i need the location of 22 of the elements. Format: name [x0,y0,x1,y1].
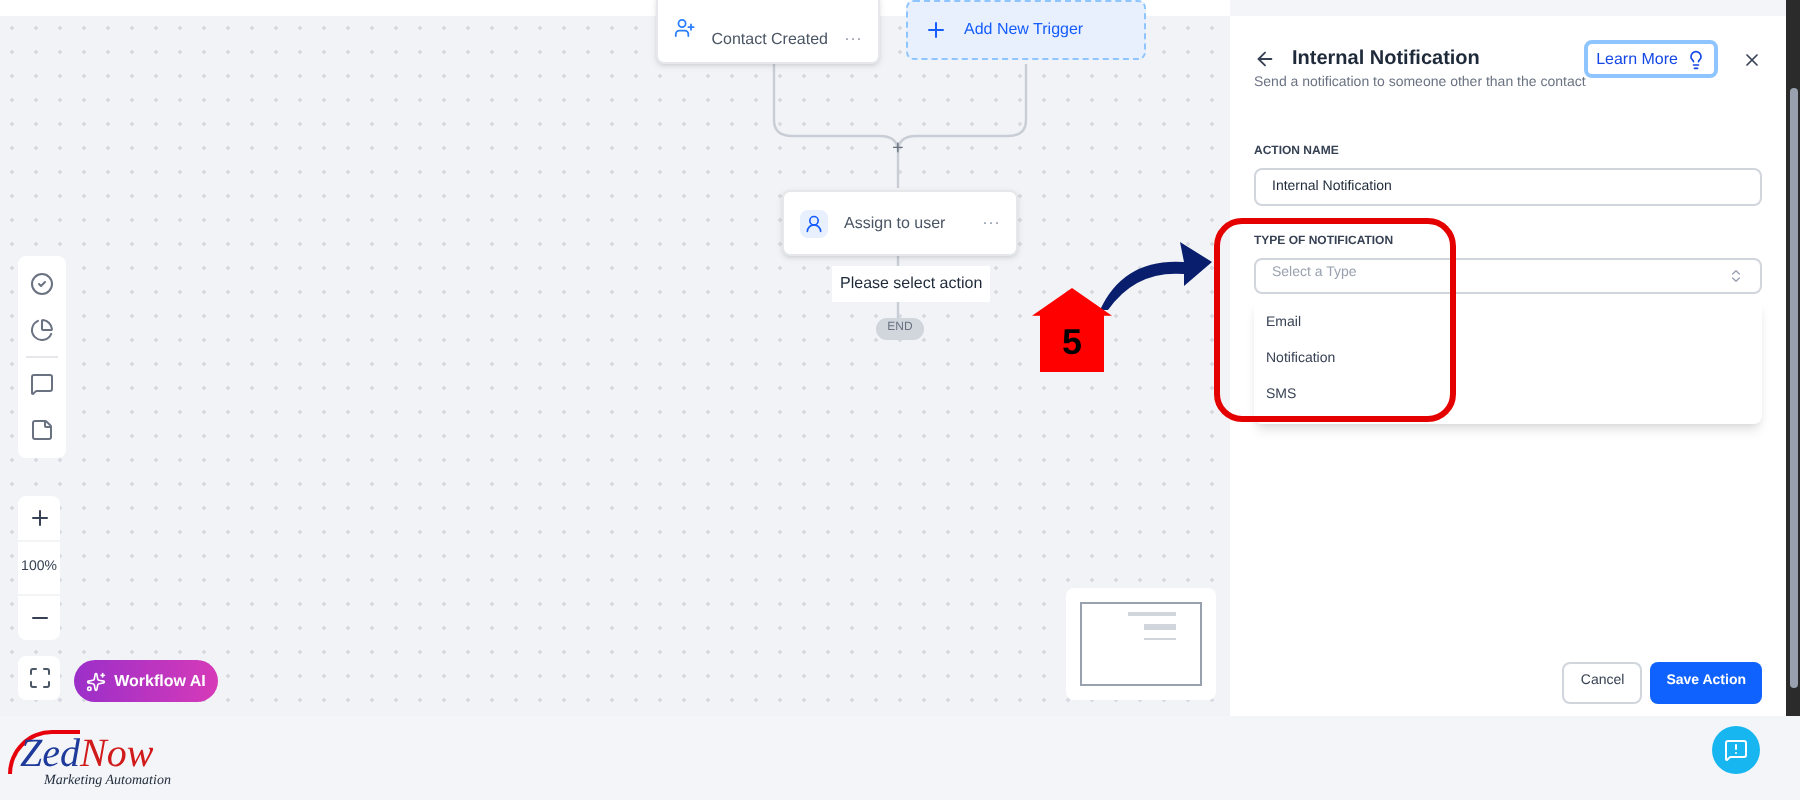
trigger-subtitle: Contact Created [711,28,828,52]
logo-word: Zed [8,729,80,773]
lightbulb-icon [1686,49,1706,69]
sparkles-icon [86,671,107,691]
action-label: Assign to user [844,211,946,235]
add-trigger-node[interactable]: Add New Trigger [906,0,1146,60]
trigger-node[interactable]: Contact Created ··· [656,0,880,64]
back-icon[interactable] [1254,48,1276,70]
close-icon[interactable] [1742,49,1762,69]
fit-view-icon[interactable] [18,656,60,700]
select-action-hint: Please select action [832,266,991,302]
chevrons-icon [1728,267,1744,283]
learn-more-button[interactable]: Learn More [1584,40,1718,78]
user-icon [800,209,828,237]
chat-alert-icon [1724,738,1748,762]
plus-icon [924,18,948,42]
action-node[interactable]: Assign to user ··· [782,190,1018,256]
panel-title: Internal Notification [1292,46,1480,74]
workflow-ai-button[interactable]: Workflow AI [74,660,218,702]
user-plus-icon [674,14,696,42]
logo-word: Now [80,733,154,773]
add-trigger-label: Add New Trigger [964,18,1084,42]
